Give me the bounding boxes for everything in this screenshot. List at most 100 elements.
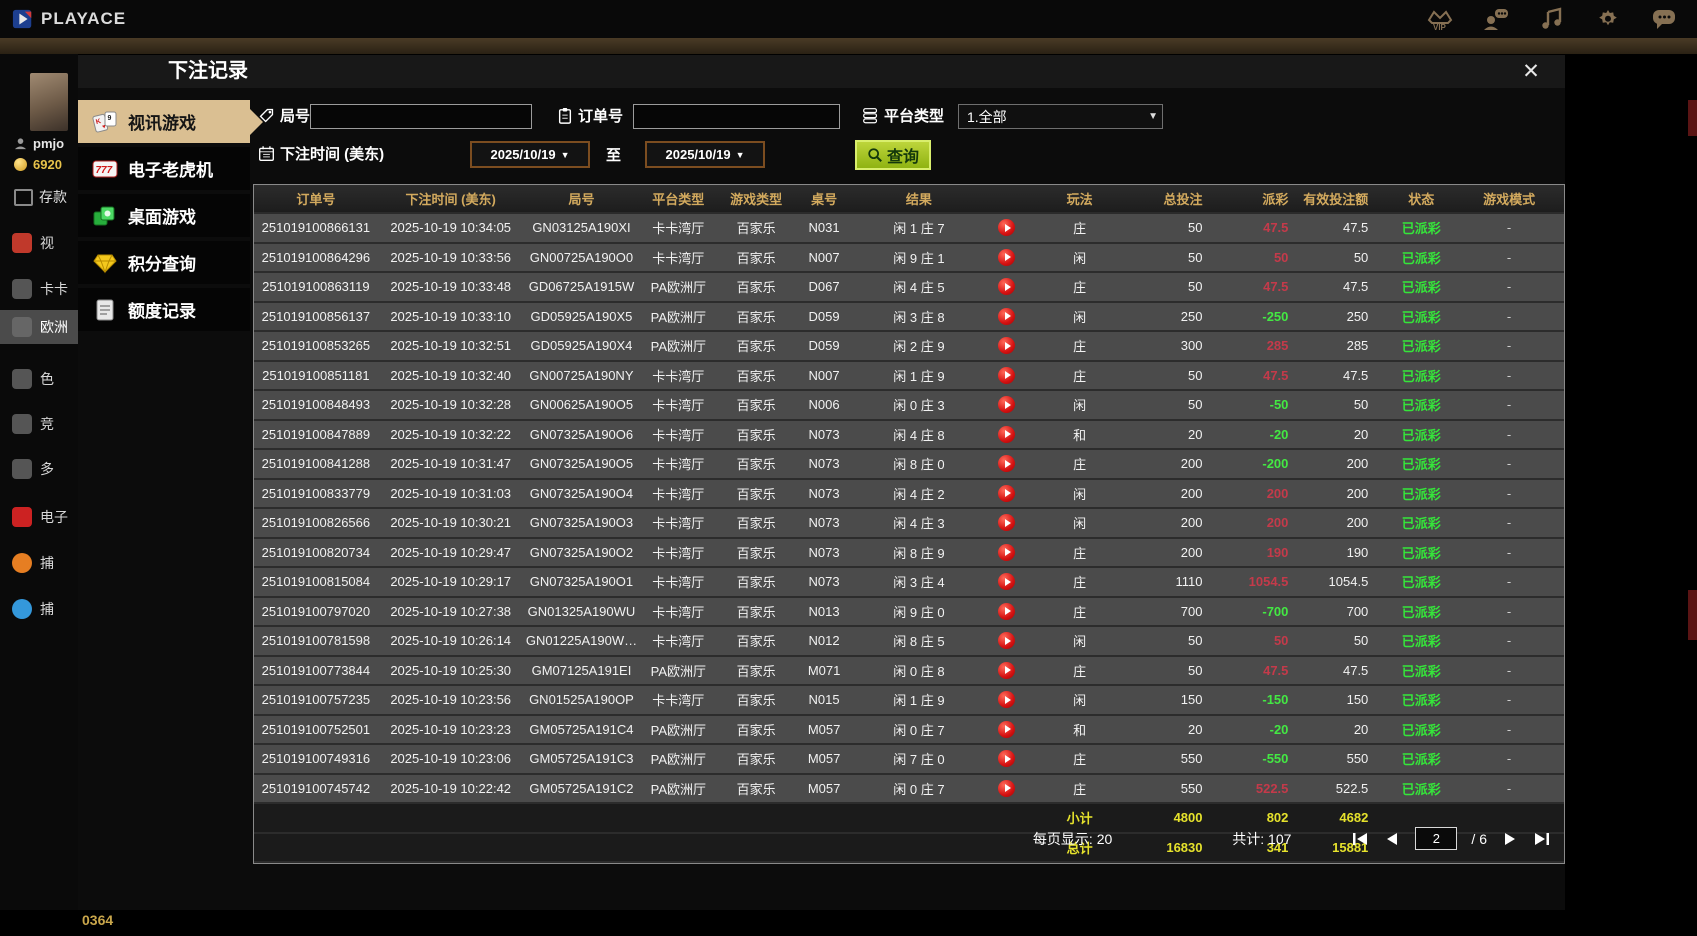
cell-bet-type: 庄 xyxy=(1073,457,1087,473)
cell-total-bet: 20 xyxy=(1188,426,1203,442)
cell-round: GN07325A190O6 xyxy=(529,426,634,442)
cell-valid-bet: 1054.5 xyxy=(1328,574,1369,590)
cell-mode: - xyxy=(1506,633,1512,649)
play-video-icon[interactable] xyxy=(998,396,1016,414)
cell-status: 已派彩 xyxy=(1401,457,1441,473)
cell-result: 闲 3 庄 8 xyxy=(893,309,945,325)
play-video-icon[interactable] xyxy=(998,720,1016,738)
cell-valid-bet: 550 xyxy=(1346,751,1369,767)
play-video-icon[interactable] xyxy=(998,514,1016,532)
cell-play xyxy=(985,391,1029,419)
cell-payout: -50 xyxy=(1269,397,1289,413)
hall-icon xyxy=(12,279,32,299)
prev-page-icon[interactable] xyxy=(1383,831,1401,847)
cell-mode: - xyxy=(1506,780,1512,796)
tab-slots[interactable]: 777 电子老虎机 xyxy=(78,147,250,190)
play-video-icon[interactable] xyxy=(998,278,1016,296)
play-video-icon[interactable] xyxy=(998,248,1016,266)
cell-time: 2025-10-19 10:23:23 xyxy=(390,721,512,737)
cell-payout: 190 xyxy=(1266,544,1289,560)
fishing-icon xyxy=(12,553,32,573)
next-page-icon[interactable] xyxy=(1501,831,1519,847)
tab-video-games[interactable]: K ♥ 9 视讯游戏 xyxy=(78,100,263,143)
sidebar-item-video[interactable]: 视 xyxy=(0,226,78,260)
play-video-icon[interactable] xyxy=(998,661,1016,679)
cell-status: 已派彩 xyxy=(1401,280,1441,296)
chevron-down-icon: ▼ xyxy=(560,149,570,160)
cell-valid-bet: 190 xyxy=(1346,544,1369,560)
music-icon[interactable] xyxy=(1537,6,1567,32)
tab-points-query[interactable]: 积分查询 xyxy=(78,241,250,284)
last-page-icon[interactable] xyxy=(1533,831,1551,847)
cell-play xyxy=(985,303,1029,331)
cell-bet-type: 和 xyxy=(1073,427,1087,443)
sidebar-item-fishing-2[interactable]: 捕 xyxy=(0,592,78,626)
customer-service-icon[interactable] xyxy=(1481,6,1511,32)
cell-payout: 285 xyxy=(1266,338,1289,354)
play-video-icon[interactable] xyxy=(998,691,1016,709)
cell-total-bet: 50 xyxy=(1188,220,1203,236)
sidebar-item-se[interactable]: 色 xyxy=(0,362,78,396)
topbar-icons: VIP xyxy=(1425,6,1697,32)
cell-mode: - xyxy=(1506,249,1512,265)
page-input[interactable]: 2 xyxy=(1415,827,1458,850)
cell-valid-bet: 50 xyxy=(1353,633,1369,649)
cell-game: 百家乐 xyxy=(736,781,776,797)
play-video-icon[interactable] xyxy=(998,425,1016,443)
sidebar-item-europe[interactable]: 欧洲 xyxy=(0,310,78,344)
cell-order-id: 251019100848493 xyxy=(261,397,371,413)
cell-platform: 卡卡湾厅 xyxy=(652,634,705,650)
to-label: 至 xyxy=(606,147,622,164)
avatar[interactable] xyxy=(30,73,68,131)
play-video-icon[interactable] xyxy=(998,484,1016,502)
order-input[interactable] xyxy=(633,104,840,129)
play-video-icon[interactable] xyxy=(998,455,1016,473)
play-video-icon[interactable] xyxy=(998,750,1016,768)
play-video-icon[interactable] xyxy=(998,366,1016,384)
cell-payout: 50 xyxy=(1273,633,1289,649)
round-input[interactable] xyxy=(310,104,532,129)
balance-row: 6920 xyxy=(14,157,62,172)
cell-status: 已派彩 xyxy=(1401,722,1441,738)
chat-icon[interactable] xyxy=(1649,6,1679,32)
play-video-icon[interactable] xyxy=(998,219,1016,237)
close-icon[interactable]: ✕ xyxy=(1517,57,1545,85)
total-count-label: 共计: 107 xyxy=(1232,830,1292,847)
tab-quota-records[interactable]: 额度记录 xyxy=(78,288,250,331)
date-to-picker[interactable]: 2025/10/19 ▼ xyxy=(645,141,765,168)
username-row: pmjo xyxy=(14,136,64,151)
sidebar-item-fishing-1[interactable]: 捕 xyxy=(0,546,78,580)
cell-result: 闲 4 庄 8 xyxy=(893,427,945,443)
tab-table-games[interactable]: 桌面游戏 xyxy=(78,194,250,237)
brand-logo[interactable]: PLAYACE xyxy=(0,8,126,30)
sidebar-item-jing[interactable]: 竞 xyxy=(0,407,78,441)
cell-total-bet: 200 xyxy=(1180,515,1203,531)
column-header: 游戏类型 xyxy=(730,192,783,207)
cell-mode: - xyxy=(1506,367,1512,383)
column-header: 有效投注额 xyxy=(1303,192,1369,207)
background-sidebar: pmjo 6920 存款 视 卡卡 欧洲 色 竞 多 电子 捕 捕 xyxy=(0,54,78,910)
column-header: 派彩 xyxy=(1262,192,1289,207)
vip-crown-icon[interactable]: VIP xyxy=(1425,6,1455,32)
date-from-picker[interactable]: 2025/10/19 ▼ xyxy=(470,141,590,168)
deposit-row[interactable]: 存款 xyxy=(14,187,67,207)
search-button[interactable]: 查询 xyxy=(855,140,932,170)
cell-order-id: 251019100866131 xyxy=(261,220,371,236)
table-row: 251019100866131 2025-10-19 10:34:05 GN0312… xyxy=(254,214,1564,244)
play-video-icon[interactable] xyxy=(998,573,1016,591)
play-video-icon[interactable] xyxy=(998,779,1016,797)
play-video-icon[interactable] xyxy=(998,632,1016,650)
sidebar-item-kaka[interactable]: 卡卡 xyxy=(0,272,78,306)
play-video-icon[interactable] xyxy=(998,337,1016,355)
platform-type-select[interactable]: 1.全部 ▼ xyxy=(958,104,1163,129)
play-video-icon[interactable] xyxy=(998,307,1016,325)
slot-777-icon: 777 xyxy=(92,160,118,177)
play-video-icon[interactable] xyxy=(998,602,1016,620)
round-label: 局号 xyxy=(258,105,310,126)
play-video-icon[interactable] xyxy=(998,543,1016,561)
settings-gear-icon[interactable] xyxy=(1593,6,1623,32)
table-header-row: 订单号 下注时间 (美东) 局号 平台类型 游戏类型 桌号 结果 玩法 总投注 派彩 有效投注额 状态… xyxy=(254,185,1564,214)
first-page-icon[interactable] xyxy=(1351,831,1369,847)
sidebar-item-duo[interactable]: 多 xyxy=(0,452,78,486)
sidebar-item-slots[interactable]: 电子 xyxy=(0,500,78,534)
